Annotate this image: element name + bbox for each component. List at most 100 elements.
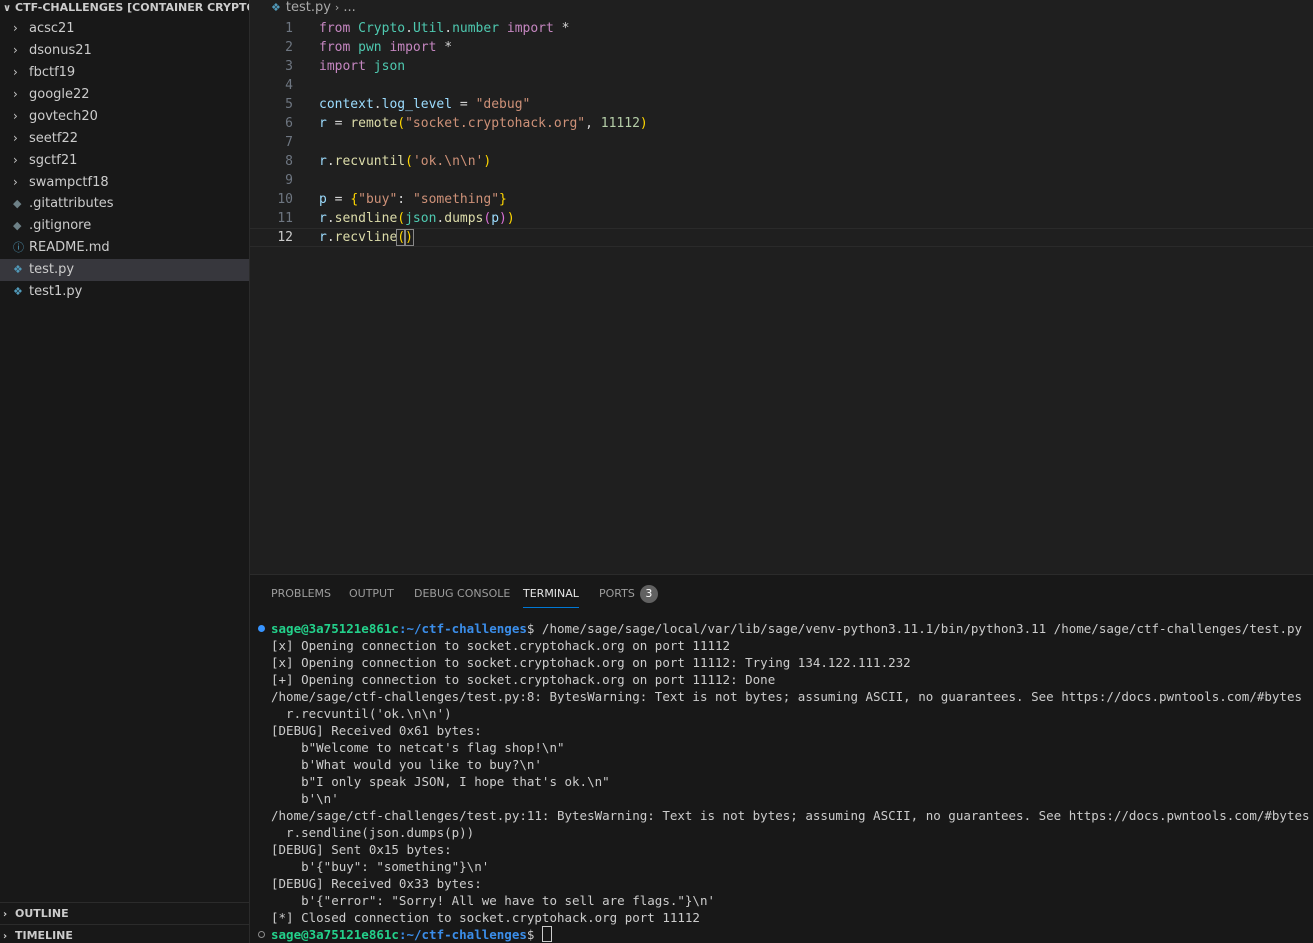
timeline-section-header[interactable]: › TIMELINE xyxy=(0,924,249,943)
terminal-line: r.recvuntil('ok.\n\n') xyxy=(271,706,452,721)
terminal-line: b'What would you like to buy?\n' xyxy=(271,757,542,772)
chevron-right-icon: › xyxy=(3,931,8,942)
explorer-sidebar: ∨CTF-CHALLENGES [CONTAINER CRYPTOHA... ›… xyxy=(0,0,250,943)
terminal-line: [x] Opening connection to socket.cryptoh… xyxy=(271,638,731,653)
terminal-line: b"Welcome to netcat's flag shop!\n" xyxy=(271,740,565,755)
tree-folder-fbctf19[interactable]: › fbctf19 xyxy=(0,61,249,83)
chevron-right-icon: › xyxy=(13,109,18,123)
chevron-right-icon: › xyxy=(13,43,18,57)
code-line: 4 xyxy=(250,76,1313,95)
terminal-line: b"I only speak JSON, I hope that's ok.\n… xyxy=(271,774,610,789)
chevron-right-icon: › xyxy=(13,131,18,145)
tree-folder-seetf22[interactable]: › seetf22 xyxy=(0,127,249,149)
code-line: 5 context.log_level = "debug" xyxy=(250,95,1313,114)
tree-file-test-py[interactable]: ❖ test.py xyxy=(0,259,249,281)
tree-item-label: dsonus21 xyxy=(29,43,92,58)
terminal-command-line: sage@3a75121e861c:~/ctf-challenges$ /hom… xyxy=(250,620,1313,637)
code-line: 11 r.sendline(json.dumps(p)) xyxy=(250,209,1313,228)
python-icon: ❖ xyxy=(271,1,281,14)
tree-file-gitignore[interactable]: ◆ .gitignore xyxy=(0,215,249,237)
vscode-window: ∨CTF-CHALLENGES [CONTAINER CRYPTOHA... ›… xyxy=(0,0,1313,943)
tab-ports[interactable]: PORTS 3 xyxy=(599,585,658,605)
line-number: 1 xyxy=(285,21,293,36)
tree-item-label: sgctf21 xyxy=(29,153,78,168)
terminal-output[interactable]: sage@3a75121e861c:~/ctf-challenges$ /hom… xyxy=(250,620,1313,943)
prompt-user: sage@3a75121e861c xyxy=(271,621,399,636)
code-line: 3 import json xyxy=(250,57,1313,76)
code-line: 9 xyxy=(250,171,1313,190)
chevron-down-icon: ∨ xyxy=(3,3,12,14)
tree-folder-acsc21[interactable]: › acsc21 xyxy=(0,17,249,39)
chevron-right-icon: › xyxy=(13,153,18,167)
terminal-line: b'\n' xyxy=(271,791,339,806)
line-number: 9 xyxy=(285,173,293,188)
terminal-line: r.sendline(json.dumps(p)) xyxy=(271,825,475,840)
code-line: 7 xyxy=(250,133,1313,152)
line-number: 4 xyxy=(285,78,293,93)
explorer-workspace-header[interactable]: ∨CTF-CHALLENGES [CONTAINER CRYPTOHA... xyxy=(0,0,249,17)
tree-item-label: fbctf19 xyxy=(29,65,76,80)
code-line: 1 from Crypto.Util.number import * xyxy=(250,19,1313,38)
tree-item-label: README.md xyxy=(29,240,110,255)
chevron-right-icon: › xyxy=(13,175,18,189)
tree-item-label: google22 xyxy=(29,87,90,102)
code-line: 8 r.recvuntil('ok.\n\n') xyxy=(250,152,1313,171)
terminal-line: b'{"error": "Sorry! All we have to sell … xyxy=(271,893,716,908)
tree-folder-swampctf18[interactable]: › swampctf18 xyxy=(0,171,249,193)
line-number: 7 xyxy=(285,135,293,150)
line-number: 12 xyxy=(277,230,293,245)
line-number: 10 xyxy=(277,192,293,207)
chevron-right-icon: › xyxy=(334,1,340,14)
tree-item-label: seetf22 xyxy=(29,131,78,146)
tree-item-label: test1.py xyxy=(29,284,83,299)
terminal-prompt-line[interactable]: sage@3a75121e861c:~/ctf-challenges$ xyxy=(250,926,1313,943)
tree-folder-dsonus21[interactable]: › dsonus21 xyxy=(0,39,249,61)
timeline-label: TIMELINE xyxy=(15,929,73,942)
code-area[interactable]: 1 from Crypto.Util.number import * 2 from … xyxy=(250,19,1313,247)
chevron-right-icon: › xyxy=(13,65,18,79)
tab-problems[interactable]: PROBLEMS xyxy=(271,587,331,607)
tab-terminal[interactable]: TERMINAL xyxy=(523,587,579,608)
line-number: 6 xyxy=(285,116,293,131)
breadcrumb-symbol[interactable]: ... xyxy=(343,0,355,15)
line-number: 2 xyxy=(285,40,293,55)
command-decoration-icon[interactable] xyxy=(258,931,265,938)
prompt-path: :~/ctf-challenges xyxy=(398,621,527,636)
tree-folder-sgctf21[interactable]: › sgctf21 xyxy=(0,149,249,171)
line-number: 5 xyxy=(285,97,293,112)
tree-item-label: test.py xyxy=(29,262,75,277)
tree-item-label: .gitignore xyxy=(29,218,92,233)
code-editor[interactable]: ❖ test.py ›... 1 from Crypto.Util.number im… xyxy=(250,0,1313,574)
prompt-suffix: $ xyxy=(526,927,542,942)
prompt-user: sage@3a75121e861c xyxy=(271,927,399,942)
chevron-right-icon: › xyxy=(13,21,18,35)
breadcrumb-file[interactable]: test.py xyxy=(286,0,331,15)
tab-debug-console[interactable]: DEBUG CONSOLE xyxy=(414,587,510,607)
command-decoration-icon[interactable] xyxy=(258,625,265,632)
tree-folder-google22[interactable]: › google22 xyxy=(0,83,249,105)
tab-output[interactable]: OUTPUT xyxy=(349,587,394,607)
tree-file-test1-py[interactable]: ❖ test1.py xyxy=(0,281,249,303)
code-line-current: 12 r.recvline() xyxy=(250,228,1313,247)
info-icon: ⓘ xyxy=(13,241,24,254)
terminal-line: [*] Closed connection to socket.cryptoha… xyxy=(271,910,700,925)
python-icon: ❖ xyxy=(13,263,23,276)
tree-file-readme[interactable]: ⓘ README.md xyxy=(0,237,249,259)
bottom-panel: PROBLEMS OUTPUT DEBUG CONSOLE TERMINAL P… xyxy=(250,574,1313,943)
panel-tabs: PROBLEMS OUTPUT DEBUG CONSOLE TERMINAL P… xyxy=(250,575,1313,611)
line-number: 11 xyxy=(277,211,293,226)
chevron-right-icon: › xyxy=(13,87,18,101)
tree-file-gitattributes[interactable]: ◆ .gitattributes xyxy=(0,193,249,215)
tree-item-label: swampctf18 xyxy=(29,175,109,190)
line-number: 8 xyxy=(285,154,293,169)
outline-label: OUTLINE xyxy=(15,907,69,920)
tree-folder-govtech20[interactable]: › govtech20 xyxy=(0,105,249,127)
terminal-line: b'{"buy": "something"}\n' xyxy=(271,859,490,874)
terminal-line: [x] Opening connection to socket.cryptoh… xyxy=(271,655,911,670)
outline-section-header[interactable]: › OUTLINE xyxy=(0,902,249,924)
terminal-line: [+] Opening connection to socket.cryptoh… xyxy=(271,672,776,687)
python-icon: ❖ xyxy=(13,285,23,298)
ports-count-badge: 3 xyxy=(639,585,658,603)
git-icon: ◆ xyxy=(13,197,22,210)
code-line: 10 p = {"buy": "something"} xyxy=(250,190,1313,209)
